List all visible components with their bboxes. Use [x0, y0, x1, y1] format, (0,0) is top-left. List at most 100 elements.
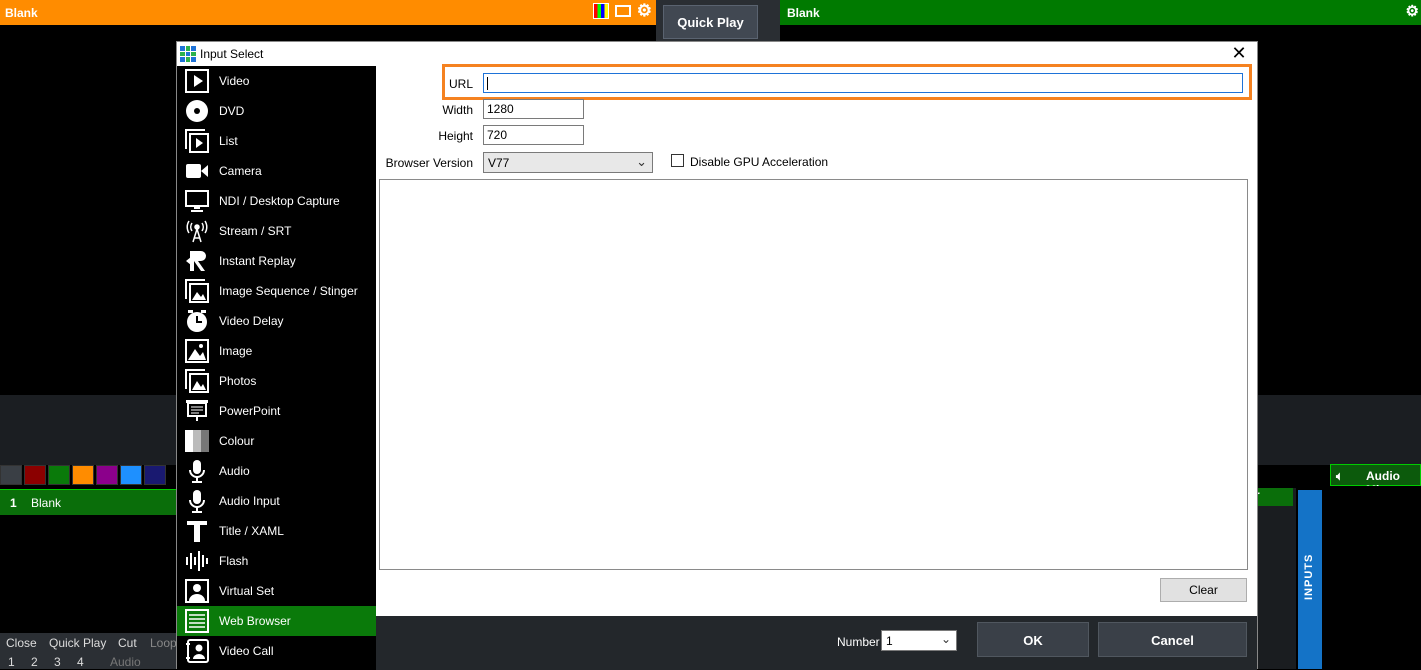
sidebar-item-web-browser[interactable]: Web Browser	[177, 606, 376, 636]
presentation-icon	[185, 399, 209, 423]
gear-icon[interactable]: ⚙	[1406, 2, 1419, 20]
sidebar-item-image-sequence-stinger[interactable]: Image Sequence / Stinger	[177, 276, 376, 306]
width-input[interactable]: 1280	[483, 99, 584, 119]
sidebar-item-label: PowerPoint	[219, 404, 281, 418]
web-browser-settings: URL Width 1280 Height 720 Browser Versio…	[376, 64, 1257, 616]
colour-bars-icon[interactable]	[592, 3, 609, 19]
close-icon[interactable]: ✕	[1227, 42, 1251, 66]
ok-button[interactable]: OK	[977, 622, 1089, 657]
sidebar-item-label: Image Sequence / Stinger	[219, 284, 358, 298]
list-icon	[185, 129, 209, 153]
audio-mixer-header[interactable]: 🔈︎ Audio Mix	[1330, 464, 1421, 497]
sidebar-item-list[interactable]: List	[177, 126, 376, 156]
quick-play-button[interactable]: Quick Play	[663, 5, 758, 39]
number-label: Number	[837, 635, 880, 649]
microphone-icon	[185, 459, 209, 483]
sidebar-item-label: Colour	[219, 434, 255, 448]
sidebar-item-camera[interactable]: Camera	[177, 156, 376, 186]
disable-gpu-label[interactable]: Disable GPU Acceleration	[690, 155, 828, 169]
sidebar-item-virtual-set[interactable]: Virtual Set	[177, 576, 376, 606]
app-grid-icon	[180, 46, 196, 62]
colour-swatches	[0, 465, 166, 485]
sidebar-item-label: Stream / SRT	[219, 224, 292, 238]
url-input[interactable]	[483, 73, 1243, 93]
loop-tool[interactable]: Loop	[150, 636, 177, 650]
overlay-2[interactable]: 2	[31, 655, 38, 669]
sidebar-item-ndi-desktop-capture[interactable]: NDI / Desktop Capture	[177, 186, 376, 216]
input-bar[interactable]: 1 Blank	[0, 489, 178, 515]
input-toolbar: Close Quick Play Cut Loop 1 2 3 4 Audio	[0, 633, 178, 669]
sidebar-item-video-call[interactable]: Video Call	[177, 636, 376, 666]
image-icon	[185, 339, 209, 363]
gear-icon[interactable]: ⚙	[637, 2, 652, 19]
sidebar-item-video-delay[interactable]: Video Delay	[177, 306, 376, 336]
sidebar-item-title-xaml[interactable]: Title / XAML	[177, 516, 376, 546]
overlay-1[interactable]: 1	[8, 655, 15, 669]
colour-swatch[interactable]	[48, 465, 70, 485]
colour-swatch[interactable]	[24, 465, 46, 485]
number-select[interactable]: 1 ⌄	[881, 630, 957, 651]
browser-version-select[interactable]: V77 ⌄	[483, 152, 653, 173]
sidebar-item-label: Video Call	[219, 644, 274, 658]
colour-swatch[interactable]	[72, 465, 94, 485]
sidebar-item-label: Audio Input	[219, 494, 280, 508]
sidebar-item-label: Camera	[219, 164, 262, 178]
microphone-input-icon	[185, 489, 209, 513]
url-label: URL	[448, 77, 473, 91]
antenna-icon	[185, 219, 209, 243]
monitor-icon	[185, 189, 209, 213]
sidebar-item-photos[interactable]: Photos	[177, 366, 376, 396]
quick-play-tool[interactable]: Quick Play	[49, 636, 106, 650]
sidebar-item-label: Video	[219, 74, 250, 88]
colour-swatch[interactable]	[120, 465, 142, 485]
clock-icon	[185, 309, 209, 333]
input-preview	[0, 515, 178, 633]
colour-swatch[interactable]	[0, 465, 22, 485]
sidebar-item-dvd[interactable]: DVD	[177, 96, 376, 126]
sidebar-item-powerpoint[interactable]: PowerPoint	[177, 396, 376, 426]
sidebar-item-colour[interactable]: Colour	[177, 426, 376, 456]
cancel-button[interactable]: Cancel	[1098, 622, 1247, 657]
replay-icon	[185, 249, 209, 273]
close-tool[interactable]: Close	[6, 636, 37, 650]
sidebar-item-audio[interactable]: Audio	[177, 456, 376, 486]
cut-tool[interactable]: Cut	[118, 636, 137, 650]
sidebar-item-flash[interactable]: Flash	[177, 546, 376, 576]
colour-swatch[interactable]	[96, 465, 118, 485]
disable-gpu-checkbox[interactable]	[671, 154, 684, 167]
preview-title: Blank	[5, 6, 38, 20]
inputs-tab[interactable]: INPUTS	[1298, 490, 1322, 669]
browser-preview-area	[379, 179, 1248, 570]
output-title: Blank	[787, 6, 820, 20]
sidebar-item-label: Video Delay	[219, 314, 284, 328]
sidebar-item-audio-input[interactable]: Audio Input	[177, 486, 376, 516]
input-select-dialog: Input Select ✕ Video DVD List Camera NDI / D…	[176, 41, 1258, 670]
sidebar-item-label: List	[219, 134, 238, 148]
screen-icon[interactable]	[614, 5, 631, 17]
dialog-title: Input Select	[200, 47, 264, 61]
overlay-3[interactable]: 3	[54, 655, 61, 669]
video-call-icon	[185, 639, 209, 663]
sidebar-item-label: Title / XAML	[219, 524, 284, 538]
preview-title-bar: Blank ⚙	[0, 0, 656, 25]
browser-version-label: Browser Version	[385, 156, 473, 170]
height-input[interactable]: 720	[483, 125, 584, 145]
sidebar-item-label: Photos	[219, 374, 257, 388]
title-icon	[185, 519, 209, 543]
input-number: 1	[10, 496, 17, 510]
dialog-footer: Number 1 ⌄ OK Cancel	[376, 616, 1257, 670]
inputs-tab-label: INPUTS	[1303, 553, 1315, 600]
virtual-set-icon	[185, 579, 209, 603]
sidebar-item-image[interactable]: Image	[177, 336, 376, 366]
colour-swatch[interactable]	[144, 465, 166, 485]
overlay-4[interactable]: 4	[77, 655, 84, 669]
clear-button[interactable]: Clear	[1160, 578, 1247, 602]
audio-tool[interactable]: Audio	[110, 655, 141, 669]
camera-icon	[185, 159, 209, 183]
sidebar-item-label: Web Browser	[219, 614, 291, 628]
flash-icon	[185, 549, 209, 573]
sidebar-item-instant-replay[interactable]: Instant Replay	[177, 246, 376, 276]
sidebar-item-video[interactable]: Video	[177, 66, 376, 96]
height-label: Height	[438, 129, 473, 143]
sidebar-item-stream-srt[interactable]: Stream / SRT	[177, 216, 376, 246]
